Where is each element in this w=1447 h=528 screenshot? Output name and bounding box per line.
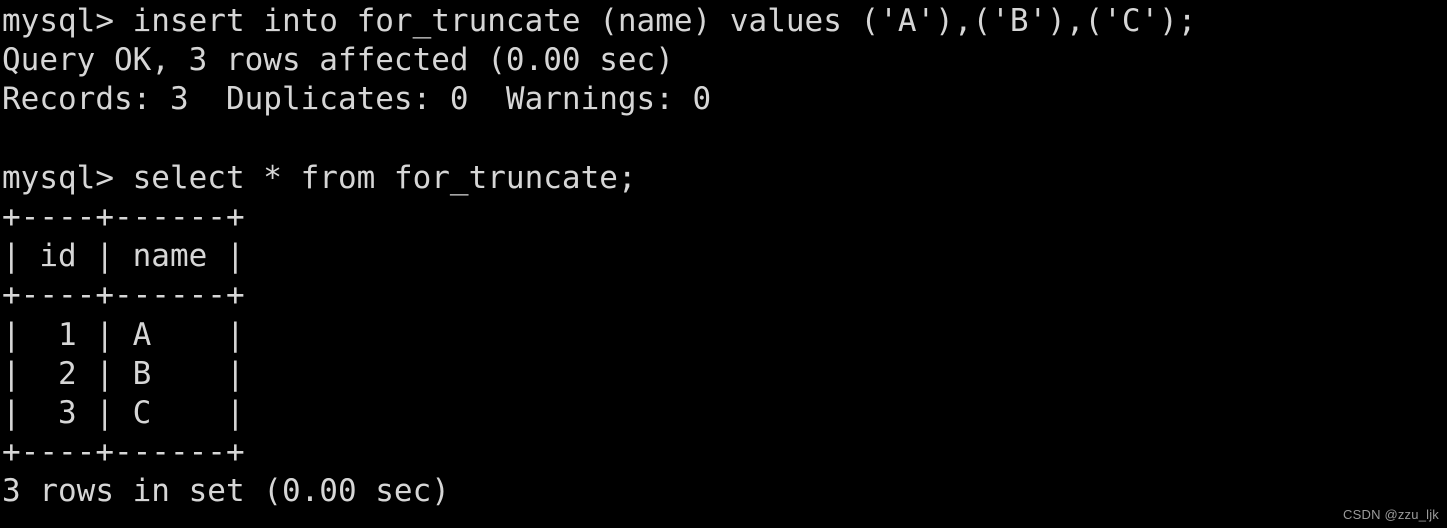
table-row: | 3 | C | xyxy=(2,394,245,431)
terminal-line-rows-in-set: 3 rows in set (0.00 sec) xyxy=(2,473,450,510)
watermark: CSDN @zzu_ljk xyxy=(1343,507,1439,522)
terminal-window[interactable]: mysql> insert into for_truncate (name) v… xyxy=(0,0,1447,528)
table-row: | 1 | A | xyxy=(2,316,245,353)
terminal-line-records-summary: Records: 3 Duplicates: 0 Warnings: 0 xyxy=(2,81,712,118)
table-border-header: +----+------+ xyxy=(2,277,245,314)
terminal-line-insert-command: mysql> insert into for_truncate (name) v… xyxy=(2,3,1197,39)
terminal-line-select-command: mysql> select * from for_truncate; xyxy=(2,159,637,196)
table-row: | 2 | B | xyxy=(2,355,245,392)
terminal-line-query-ok: Query OK, 3 rows affected (0.00 sec) xyxy=(2,42,674,79)
table-border-bottom: +----+------+ xyxy=(2,434,245,471)
table-border-top: +----+------+ xyxy=(2,198,245,235)
table-header-row: | id | name | xyxy=(2,238,245,275)
